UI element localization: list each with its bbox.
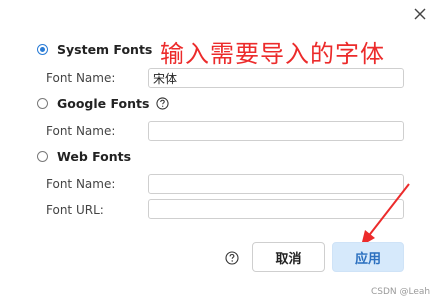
cancel-button[interactable]: 取消 — [252, 242, 325, 272]
question-circle-icon[interactable] — [156, 96, 170, 110]
system-font-name-label: Font Name: — [46, 71, 116, 85]
watermark: CSDN @Leah — [371, 287, 431, 297]
web-font-url-label: Font URL: — [46, 203, 104, 217]
annotation-text: 输入需要导入的字体 — [160, 40, 385, 68]
system-fonts-label: System Fonts — [57, 41, 153, 57]
question-circle-icon[interactable] — [225, 251, 239, 265]
system-font-name-input[interactable] — [148, 68, 404, 88]
web-fonts-option[interactable]: Web Fonts — [37, 147, 131, 165]
system-fonts-option[interactable]: System Fonts — [37, 40, 152, 58]
system-fonts-radio[interactable] — [37, 43, 48, 55]
annotation-arrow-icon — [361, 183, 410, 246]
font-import-dialog: 输入需要导入的字体 System Fonts Font Name: Google… — [0, 0, 435, 303]
web-fonts-label: Web Fonts — [57, 148, 132, 164]
web-fonts-radio[interactable] — [37, 150, 48, 162]
web-font-name-label: Font Name: — [46, 177, 116, 191]
google-fonts-label: Google Fonts — [57, 95, 150, 111]
apply-button[interactable]: 应用 — [332, 242, 404, 272]
google-font-name-label: Font Name: — [46, 124, 116, 138]
google-font-name-input[interactable] — [148, 121, 404, 141]
google-fonts-option[interactable]: Google Fonts — [37, 94, 170, 112]
google-fonts-radio[interactable] — [37, 97, 48, 109]
close-icon[interactable] — [412, 6, 428, 22]
